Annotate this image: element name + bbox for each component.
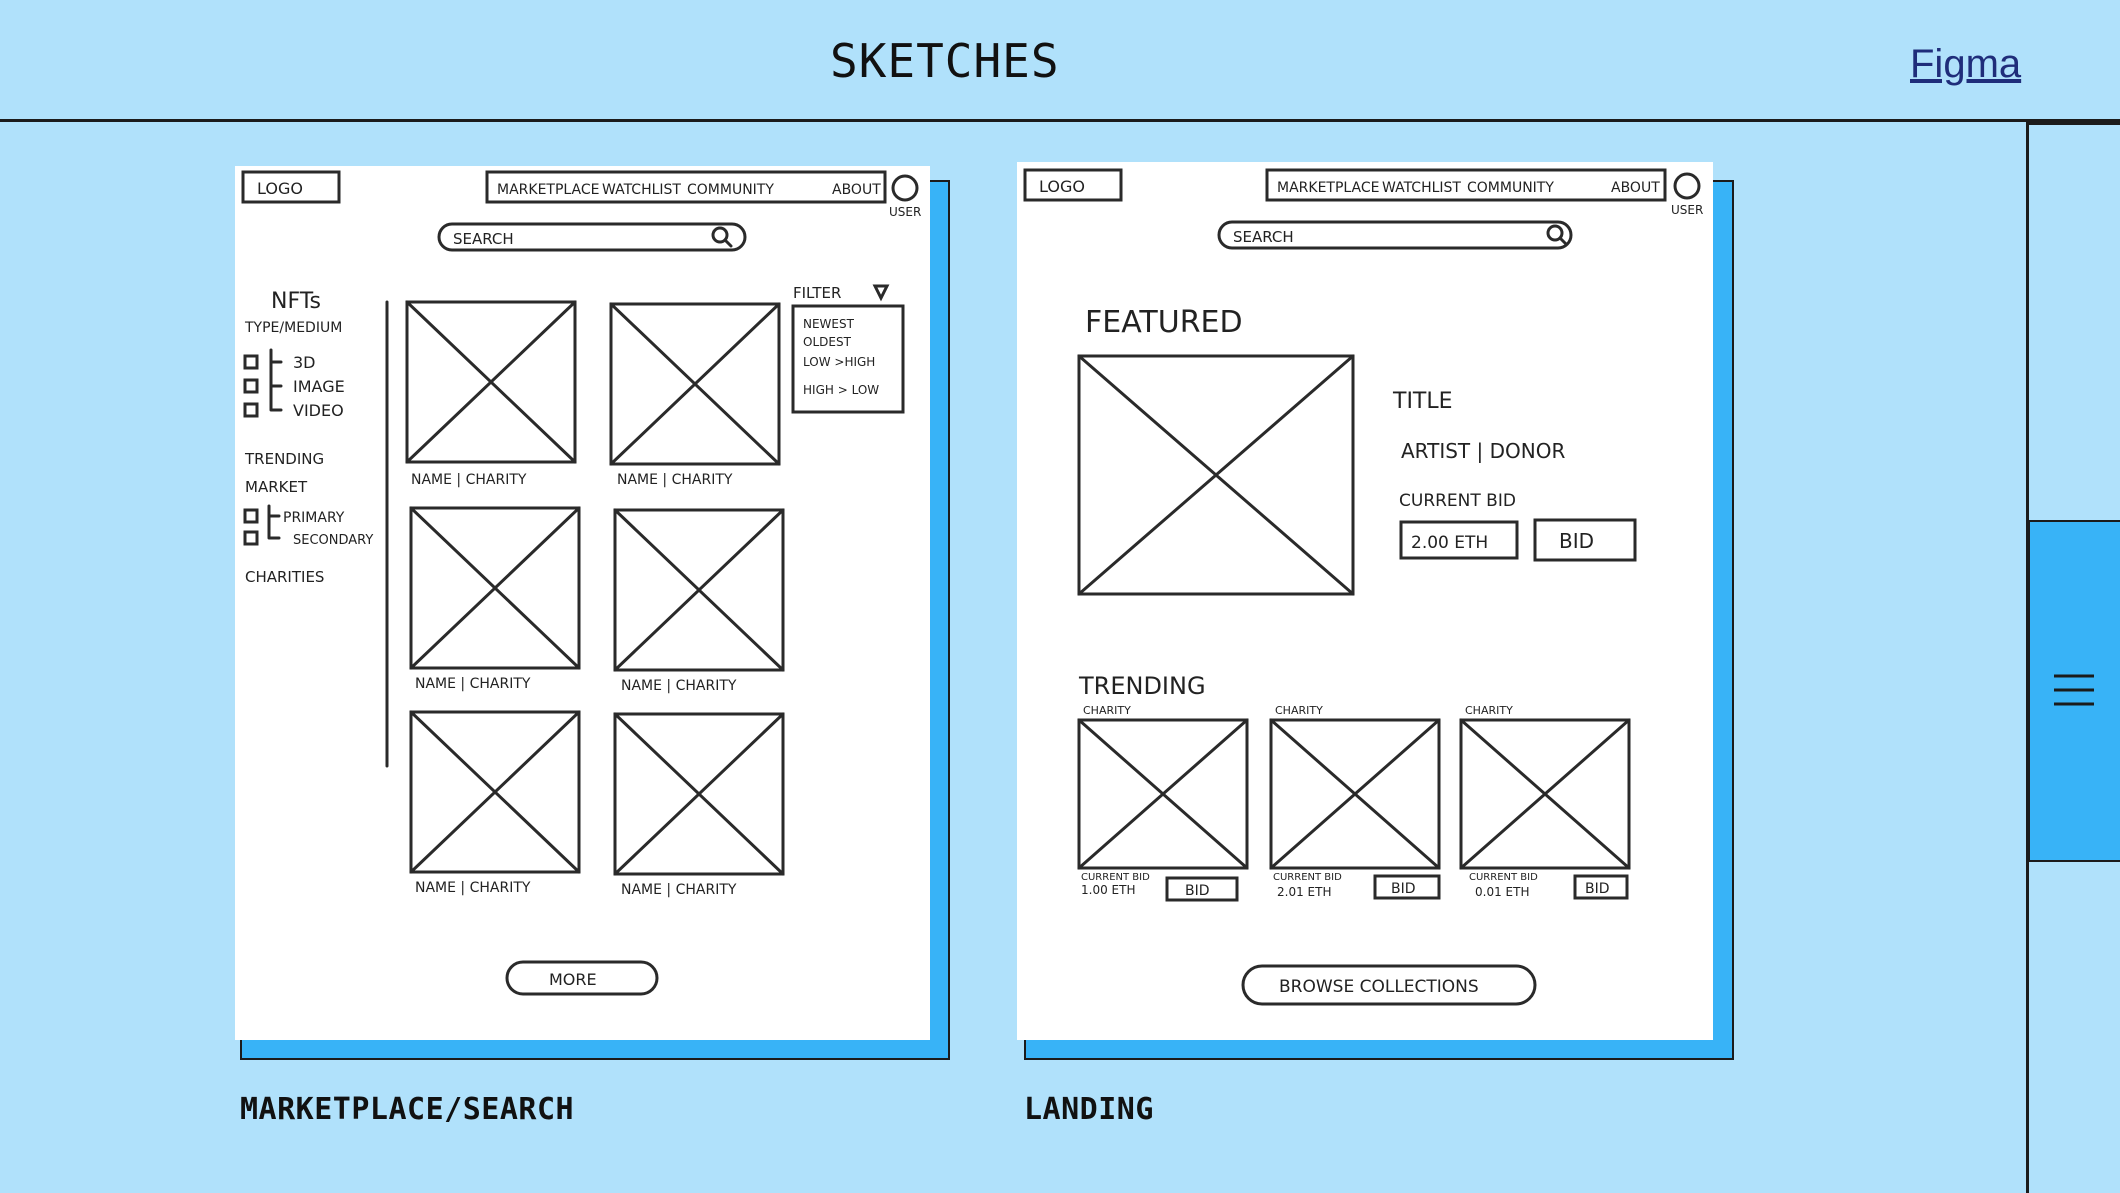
trending-bid-label-text: BID	[1391, 881, 1416, 897]
trending-price: 2.01 ETH	[1277, 885, 1331, 899]
page-header: SKETCHES Figma	[0, 0, 2120, 122]
tile-caption: NAME | CHARITY	[621, 678, 737, 694]
filter-option[interactable]: NEWEST	[803, 317, 855, 331]
trending-charity: CHARITY	[1083, 704, 1131, 717]
more-button-label: MORE	[549, 970, 597, 989]
tile-caption: NAME | CHARITY	[415, 880, 531, 896]
trending-bid-label-text: BID	[1185, 883, 1210, 899]
filter-icon[interactable]	[872, 284, 890, 302]
featured-artist-donor: ARTIST | DONOR	[1401, 439, 1565, 463]
figma-link[interactable]: Figma	[1910, 42, 2021, 87]
sidebar-title: NFTs	[271, 289, 321, 314]
sketch-caption: LANDING	[1024, 1092, 1154, 1127]
featured-title: TITLE	[1392, 389, 1453, 414]
trending-price: 0.01 ETH	[1475, 885, 1529, 899]
type-option-video: VIDEO	[293, 401, 344, 420]
checkbox-secondary[interactable]	[243, 530, 259, 546]
menu-tab[interactable]	[2028, 520, 2120, 862]
featured-heading: FEATURED	[1085, 305, 1243, 340]
page-title: SKETCHES	[830, 34, 1060, 88]
logo-text: LOGO	[1039, 177, 1085, 196]
market-option-primary: PRIMARY	[283, 510, 345, 526]
tile-caption: NAME | CHARITY	[621, 882, 737, 898]
trending-item[interactable]: CHARITY CURRENT BID 0.01 ETH BID	[1459, 704, 1631, 900]
nft-tile[interactable]: NAME | CHARITY	[613, 712, 785, 898]
nft-tile[interactable]: NAME | CHARITY	[613, 508, 785, 694]
user-icon[interactable]	[891, 174, 919, 202]
tile-caption: NAME | CHARITY	[617, 472, 733, 488]
filter-label[interactable]: FILTER	[793, 284, 841, 302]
nft-tile[interactable]: NAME | CHARITY	[409, 506, 581, 692]
filter-option[interactable]: HIGH > LOW	[803, 383, 879, 397]
featured-bid-label: BID	[1559, 529, 1594, 553]
checkbox-image[interactable]	[243, 378, 259, 394]
nav-link-about[interactable]: ABOUT	[1611, 180, 1660, 196]
trending-item[interactable]: CHARITY CURRENT BID 1.00 ETH BID	[1077, 704, 1249, 902]
nav-link-community[interactable]: COMMUNITY	[1467, 180, 1554, 196]
nav-link-community[interactable]: COMMUNITY	[687, 182, 774, 198]
trending-heading: TRENDING	[1078, 672, 1206, 700]
browse-collections-label: BROWSE COLLECTIONS	[1279, 977, 1479, 997]
search-placeholder: SEARCH	[453, 230, 514, 248]
nft-tile[interactable]: NAME | CHARITY	[409, 710, 581, 896]
user-label: USER	[1671, 203, 1703, 217]
featured-current-bid-label: CURRENT BID	[1399, 491, 1516, 511]
trending-bid-label: CURRENT BID	[1469, 872, 1538, 883]
nft-tile[interactable]: NAME | CHARITY	[405, 300, 577, 488]
search-placeholder: SEARCH	[1233, 228, 1294, 246]
trending-bid-label: CURRENT BID	[1081, 872, 1150, 883]
tile-caption: NAME | CHARITY	[411, 472, 527, 488]
filter-option[interactable]: LOW >HIGH	[803, 355, 875, 369]
type-option-image: IMAGE	[293, 377, 345, 396]
market-label: MARKET	[245, 478, 308, 496]
checkbox-primary[interactable]	[243, 508, 259, 524]
trending-charity: CHARITY	[1275, 704, 1323, 717]
nav-link-watchlist[interactable]: WATCHLIST	[1382, 180, 1461, 196]
nav-link-about[interactable]: ABOUT	[832, 182, 881, 198]
nft-tile[interactable]: NAME | CHARITY	[609, 302, 781, 488]
trending-charity: CHARITY	[1465, 704, 1513, 717]
sketch-image-landing: LOGO MARKETPLACE WATCHLIST COMMUNITY ABO…	[1017, 162, 1713, 1040]
hamburger-menu-icon	[2054, 674, 2094, 706]
sketch-image-marketplace: LOGO MARKETPLACE WATCHLIST COMMUNITY ABO…	[235, 166, 930, 1040]
sketch-caption: MARKETPLACE/SEARCH	[240, 1092, 575, 1127]
trending-bid-label-text: BID	[1585, 881, 1610, 897]
charities-label: CHARITIES	[245, 568, 324, 586]
tile-caption: NAME | CHARITY	[415, 676, 531, 692]
checkbox-3d[interactable]	[243, 354, 259, 370]
trending-bid-label: CURRENT BID	[1273, 872, 1342, 883]
trending-price: 1.00 ETH	[1081, 883, 1135, 897]
user-icon[interactable]	[1673, 172, 1701, 200]
user-label: USER	[889, 205, 921, 219]
market-option-secondary: SECONDARY	[293, 533, 373, 548]
featured-image[interactable]	[1077, 354, 1355, 596]
logo-text: LOGO	[257, 179, 303, 198]
nav-link-marketplace[interactable]: MARKETPLACE	[1277, 180, 1379, 196]
filter-option[interactable]: OLDEST	[803, 335, 852, 349]
type-option-3d: 3D	[293, 353, 316, 372]
type-label: TYPE/MEDIUM	[244, 320, 342, 336]
nav-link-watchlist[interactable]: WATCHLIST	[602, 182, 681, 198]
rail-top-divider	[2028, 122, 2120, 125]
checkbox-video[interactable]	[243, 402, 259, 418]
featured-price: 2.00 ETH	[1411, 533, 1488, 553]
nav-link-marketplace[interactable]: MARKETPLACE	[497, 182, 599, 198]
trending-label: TRENDING	[244, 450, 324, 468]
trending-item[interactable]: CHARITY CURRENT BID 2.01 ETH BID	[1269, 704, 1441, 900]
